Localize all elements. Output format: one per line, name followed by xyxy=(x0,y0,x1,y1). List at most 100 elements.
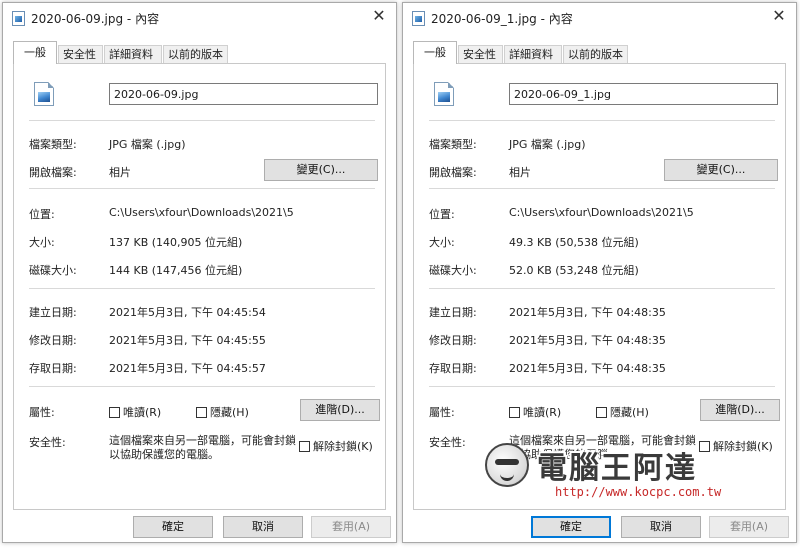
attributes-label: 屬性: xyxy=(429,406,455,419)
close-icon[interactable]: ✕ xyxy=(372,8,386,24)
divider xyxy=(29,188,375,189)
file-type-value: JPG 檔案 (.jpg) xyxy=(509,138,586,151)
advanced-button[interactable]: 進階(D)... xyxy=(700,399,780,421)
location-value: C:\Users\xfour\Downloads\2021\5 xyxy=(109,206,294,219)
location-label: 位置: xyxy=(29,208,55,221)
security-label: 安全性: xyxy=(429,436,466,449)
tab-details[interactable]: 詳細資料 xyxy=(104,45,162,63)
modified-label: 修改日期: xyxy=(429,334,477,347)
title-bar: 2020-06-09.jpg - 內容 ✕ xyxy=(3,3,396,33)
location-value: C:\Users\xfour\Downloads\2021\5 xyxy=(509,206,694,219)
size-on-disk-label: 磁碟大小: xyxy=(29,264,77,277)
created-label: 建立日期: xyxy=(29,306,77,319)
divider xyxy=(29,120,375,121)
properties-dialog-left: 2020-06-09.jpg - 內容 ✕ 一般 安全性 詳細資料 以前的版本 … xyxy=(2,2,397,543)
tab-general[interactable]: 一般 xyxy=(413,41,457,64)
size-on-disk-value: 144 KB (147,456 位元組) xyxy=(109,264,243,277)
size-on-disk-label: 磁碟大小: xyxy=(429,264,477,277)
divider xyxy=(429,386,775,387)
general-panel: 檔案類型: JPG 檔案 (.jpg) 開啟檔案: 相片 變更(C)... 位置… xyxy=(13,63,386,510)
tab-security[interactable]: 安全性 xyxy=(458,45,503,63)
unblock-checkbox[interactable]: 解除封鎖(K) xyxy=(299,438,373,453)
modified-label: 修改日期: xyxy=(29,334,77,347)
created-label: 建立日期: xyxy=(429,306,477,319)
divider xyxy=(429,120,775,121)
tab-details[interactable]: 詳細資料 xyxy=(504,45,562,63)
unblock-label: 解除封鎖(K) xyxy=(313,440,373,453)
security-label: 安全性: xyxy=(29,436,66,449)
checkbox-box xyxy=(699,441,710,452)
readonly-checkbox[interactable]: 唯讀(R) xyxy=(109,404,162,419)
divider xyxy=(429,288,775,289)
size-on-disk-value: 52.0 KB (53,248 位元組) xyxy=(509,264,639,277)
close-icon[interactable]: ✕ xyxy=(772,8,786,24)
image-file-icon xyxy=(12,11,25,26)
modified-value: 2021年5月3日, 下午 04:48:35 xyxy=(509,334,666,347)
advanced-button[interactable]: 進階(D)... xyxy=(300,399,380,421)
hidden-label: 隱藏(H) xyxy=(610,406,649,419)
file-type-label: 檔案類型: xyxy=(429,138,477,151)
file-type-value: JPG 檔案 (.jpg) xyxy=(109,138,186,151)
accessed-label: 存取日期: xyxy=(429,362,477,375)
apply-button[interactable]: 套用(A) xyxy=(311,516,391,538)
size-label: 大小: xyxy=(29,236,55,249)
apply-button[interactable]: 套用(A) xyxy=(709,516,789,538)
hidden-checkbox[interactable]: 隱藏(H) xyxy=(596,404,649,419)
location-label: 位置: xyxy=(429,208,455,221)
unblock-label: 解除封鎖(K) xyxy=(713,440,773,453)
cancel-button[interactable]: 取消 xyxy=(621,516,701,538)
change-button[interactable]: 變更(C)... xyxy=(264,159,378,181)
file-name-input[interactable] xyxy=(509,83,778,105)
hidden-checkbox[interactable]: 隱藏(H) xyxy=(196,404,249,419)
image-file-icon xyxy=(434,82,454,106)
readonly-checkbox[interactable]: 唯讀(R) xyxy=(509,404,562,419)
title-bar: 2020-06-09_1.jpg - 內容 ✕ xyxy=(403,3,796,33)
checkbox-box xyxy=(509,407,520,418)
tab-previous-versions[interactable]: 以前的版本 xyxy=(563,45,628,63)
readonly-label: 唯讀(R) xyxy=(523,406,562,419)
opens-with-value: 相片 xyxy=(109,166,131,179)
modified-value: 2021年5月3日, 下午 04:45:55 xyxy=(109,334,266,347)
properties-dialog-right: 2020-06-09_1.jpg - 內容 ✕ 一般 安全性 詳細資料 以前的版… xyxy=(402,2,797,543)
divider xyxy=(429,188,775,189)
window-title: 2020-06-09.jpg - 內容 xyxy=(31,12,160,26)
tab-security[interactable]: 安全性 xyxy=(58,45,103,63)
window-title: 2020-06-09_1.jpg - 內容 xyxy=(431,12,573,26)
general-panel: 檔案類型: JPG 檔案 (.jpg) 開啟檔案: 相片 變更(C)... 位置… xyxy=(413,63,786,510)
opens-with-label: 開啟檔案: xyxy=(429,166,477,179)
divider xyxy=(29,386,375,387)
tab-general[interactable]: 一般 xyxy=(13,41,57,64)
accessed-label: 存取日期: xyxy=(29,362,77,375)
checkbox-box xyxy=(109,407,120,418)
created-value: 2021年5月3日, 下午 04:45:54 xyxy=(109,306,266,319)
ok-button[interactable]: 確定 xyxy=(531,516,611,538)
size-value: 49.3 KB (50,538 位元組) xyxy=(509,236,639,249)
size-value: 137 KB (140,905 位元組) xyxy=(109,236,243,249)
opens-with-value: 相片 xyxy=(509,166,531,179)
divider xyxy=(29,288,375,289)
hidden-label: 隱藏(H) xyxy=(210,406,249,419)
unblock-checkbox[interactable]: 解除封鎖(K) xyxy=(699,438,773,453)
size-label: 大小: xyxy=(429,236,455,249)
tab-strip: 一般 安全性 詳細資料 以前的版本 xyxy=(13,41,386,64)
cancel-button[interactable]: 取消 xyxy=(223,516,303,538)
tab-previous-versions[interactable]: 以前的版本 xyxy=(163,45,228,63)
created-value: 2021年5月3日, 下午 04:48:35 xyxy=(509,306,666,319)
tab-strip: 一般 安全性 詳細資料 以前的版本 xyxy=(413,41,786,64)
checkbox-box xyxy=(196,407,207,418)
attributes-label: 屬性: xyxy=(29,406,55,419)
security-message: 這個檔案來自另一部電腦，可能會封鎖以協助保護您的電腦。 xyxy=(509,434,696,461)
file-type-label: 檔案類型: xyxy=(29,138,77,151)
checkbox-box xyxy=(299,441,310,452)
opens-with-label: 開啟檔案: xyxy=(29,166,77,179)
checkbox-box xyxy=(596,407,607,418)
change-button[interactable]: 變更(C)... xyxy=(664,159,778,181)
image-file-icon xyxy=(34,82,54,106)
file-name-input[interactable] xyxy=(109,83,378,105)
ok-button[interactable]: 確定 xyxy=(133,516,213,538)
readonly-label: 唯讀(R) xyxy=(123,406,162,419)
security-message: 這個檔案來自另一部電腦，可能會封鎖以協助保護您的電腦。 xyxy=(109,434,296,461)
accessed-value: 2021年5月3日, 下午 04:45:57 xyxy=(109,362,266,375)
accessed-value: 2021年5月3日, 下午 04:48:35 xyxy=(509,362,666,375)
image-file-icon xyxy=(412,11,425,26)
